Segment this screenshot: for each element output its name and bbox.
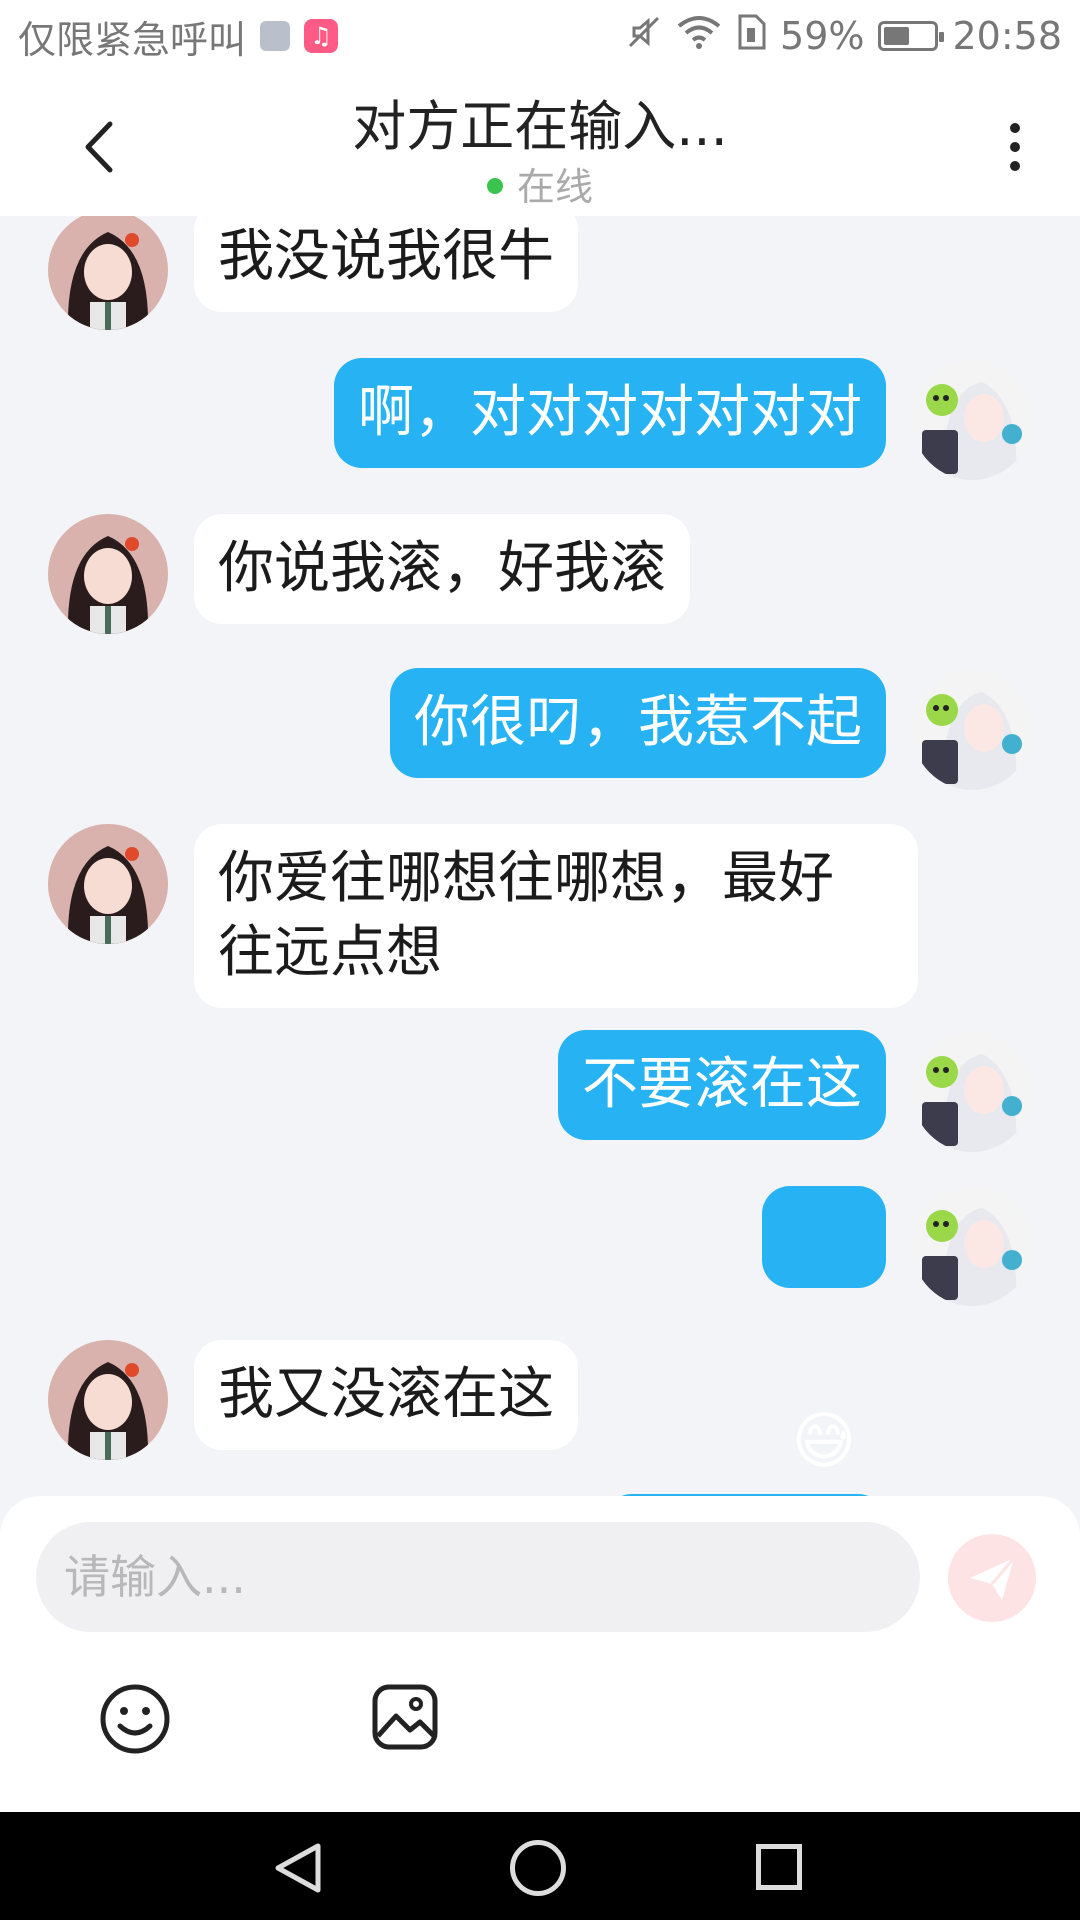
image-icon: [372, 1684, 438, 1750]
image-picker-button[interactable]: [370, 1682, 440, 1752]
presence-text: 在线: [516, 165, 593, 209]
contact-avatar[interactable]: [48, 824, 168, 944]
battery-percent: 59%: [780, 14, 865, 58]
sweat-smile-emoji: 😅: [791, 1404, 857, 1477]
wifi-icon: [676, 14, 722, 59]
chat-title: 对方正在输入...: [352, 95, 728, 158]
mute-icon: [626, 14, 662, 59]
nav-back-icon[interactable]: [272, 1842, 324, 1894]
status-left: 仅限紧急呼叫 ♫: [18, 9, 339, 64]
more-dot: [1010, 161, 1020, 171]
battery-icon: [878, 21, 945, 51]
input-panel: 请输入...: [0, 1496, 1080, 1812]
nav-recents-icon[interactable]: [756, 1844, 802, 1890]
smiley-icon: [100, 1684, 170, 1754]
contact-avatar[interactable]: [48, 1340, 168, 1460]
message-bubble-incoming[interactable]: 我又没滚在这: [194, 1340, 578, 1450]
message-bubble-outgoing[interactable]: 😅: [762, 1186, 886, 1477]
system-nav-bar: [0, 1812, 1080, 1920]
message-input[interactable]: 请输入...: [36, 1522, 920, 1632]
nav-home-icon[interactable]: [510, 1840, 566, 1896]
my-avatar[interactable]: [912, 670, 1032, 790]
message-bubble-incoming[interactable]: 你说我滚，好我滚: [194, 514, 690, 624]
my-avatar[interactable]: [912, 1032, 1032, 1152]
status-right: 59% 20:58: [626, 14, 1062, 59]
message-list[interactable]: 我没说我很牛 啊，对对对对对对对 你说我滚，好我滚 你很叼，我惹不起 你爱往哪想…: [0, 216, 1080, 1496]
my-avatar[interactable]: [912, 360, 1032, 480]
music-notification-icon: ♫: [304, 19, 339, 53]
message-bubble-incoming[interactable]: 你爱往哪想往哪想，最好 往远点想: [194, 824, 918, 1008]
clock: 20:58: [952, 14, 1062, 58]
online-dot: [486, 177, 503, 194]
status-bar: 仅限紧急呼叫 ♫ 59% 20:58: [0, 0, 1080, 72]
chat-header: 对方正在输入... 在线: [0, 72, 1080, 216]
message-bubble-outgoing[interactable]: 你很叼，我惹不起: [390, 668, 886, 778]
contact-avatar[interactable]: [48, 514, 168, 634]
emoji-button[interactable]: [98, 1682, 172, 1756]
more-vertical-icon: [1010, 123, 1020, 133]
send-icon: [970, 1557, 1016, 1600]
sim-icon: [736, 14, 766, 59]
send-button[interactable]: [948, 1534, 1036, 1622]
presence-status: 在线: [0, 156, 1080, 211]
more-dot: [1010, 142, 1020, 152]
message-bubble-outgoing[interactable]: 啊，对对对对对对对: [334, 358, 886, 468]
carrier-text: 仅限紧急呼叫: [18, 17, 247, 62]
more-options-button[interactable]: [990, 112, 1040, 182]
contact-avatar[interactable]: [48, 216, 168, 330]
message-bubble-incoming[interactable]: 我没说我很牛: [194, 216, 578, 312]
gallery-notification-icon: [260, 21, 291, 51]
message-bubble-outgoing[interactable]: 不要滚在这: [558, 1030, 886, 1140]
my-avatar[interactable]: [912, 1186, 1032, 1306]
